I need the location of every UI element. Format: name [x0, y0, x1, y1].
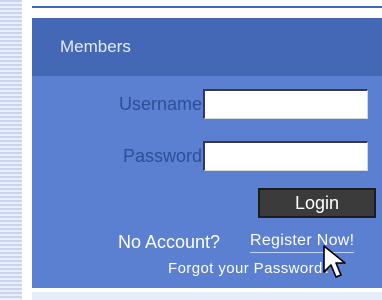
bottom-divider	[32, 292, 382, 300]
forgot-password-link[interactable]: Forgot your Password?	[168, 260, 331, 277]
top-divider	[32, 6, 382, 8]
login-button[interactable]: Login	[258, 188, 376, 218]
panel-title: Members	[60, 37, 131, 56]
password-label: Password	[122, 146, 202, 166]
page: Members Username Password Login No Accou…	[0, 0, 382, 300]
decorative-stripe-rail	[0, 0, 22, 300]
username-label: Username	[118, 94, 202, 114]
no-account-text: No Account?	[118, 232, 221, 252]
panel-header: Members	[32, 18, 382, 76]
password-input[interactable]	[203, 141, 368, 171]
username-input[interactable]	[203, 89, 368, 119]
mouse-pointer-icon	[323, 245, 346, 278]
